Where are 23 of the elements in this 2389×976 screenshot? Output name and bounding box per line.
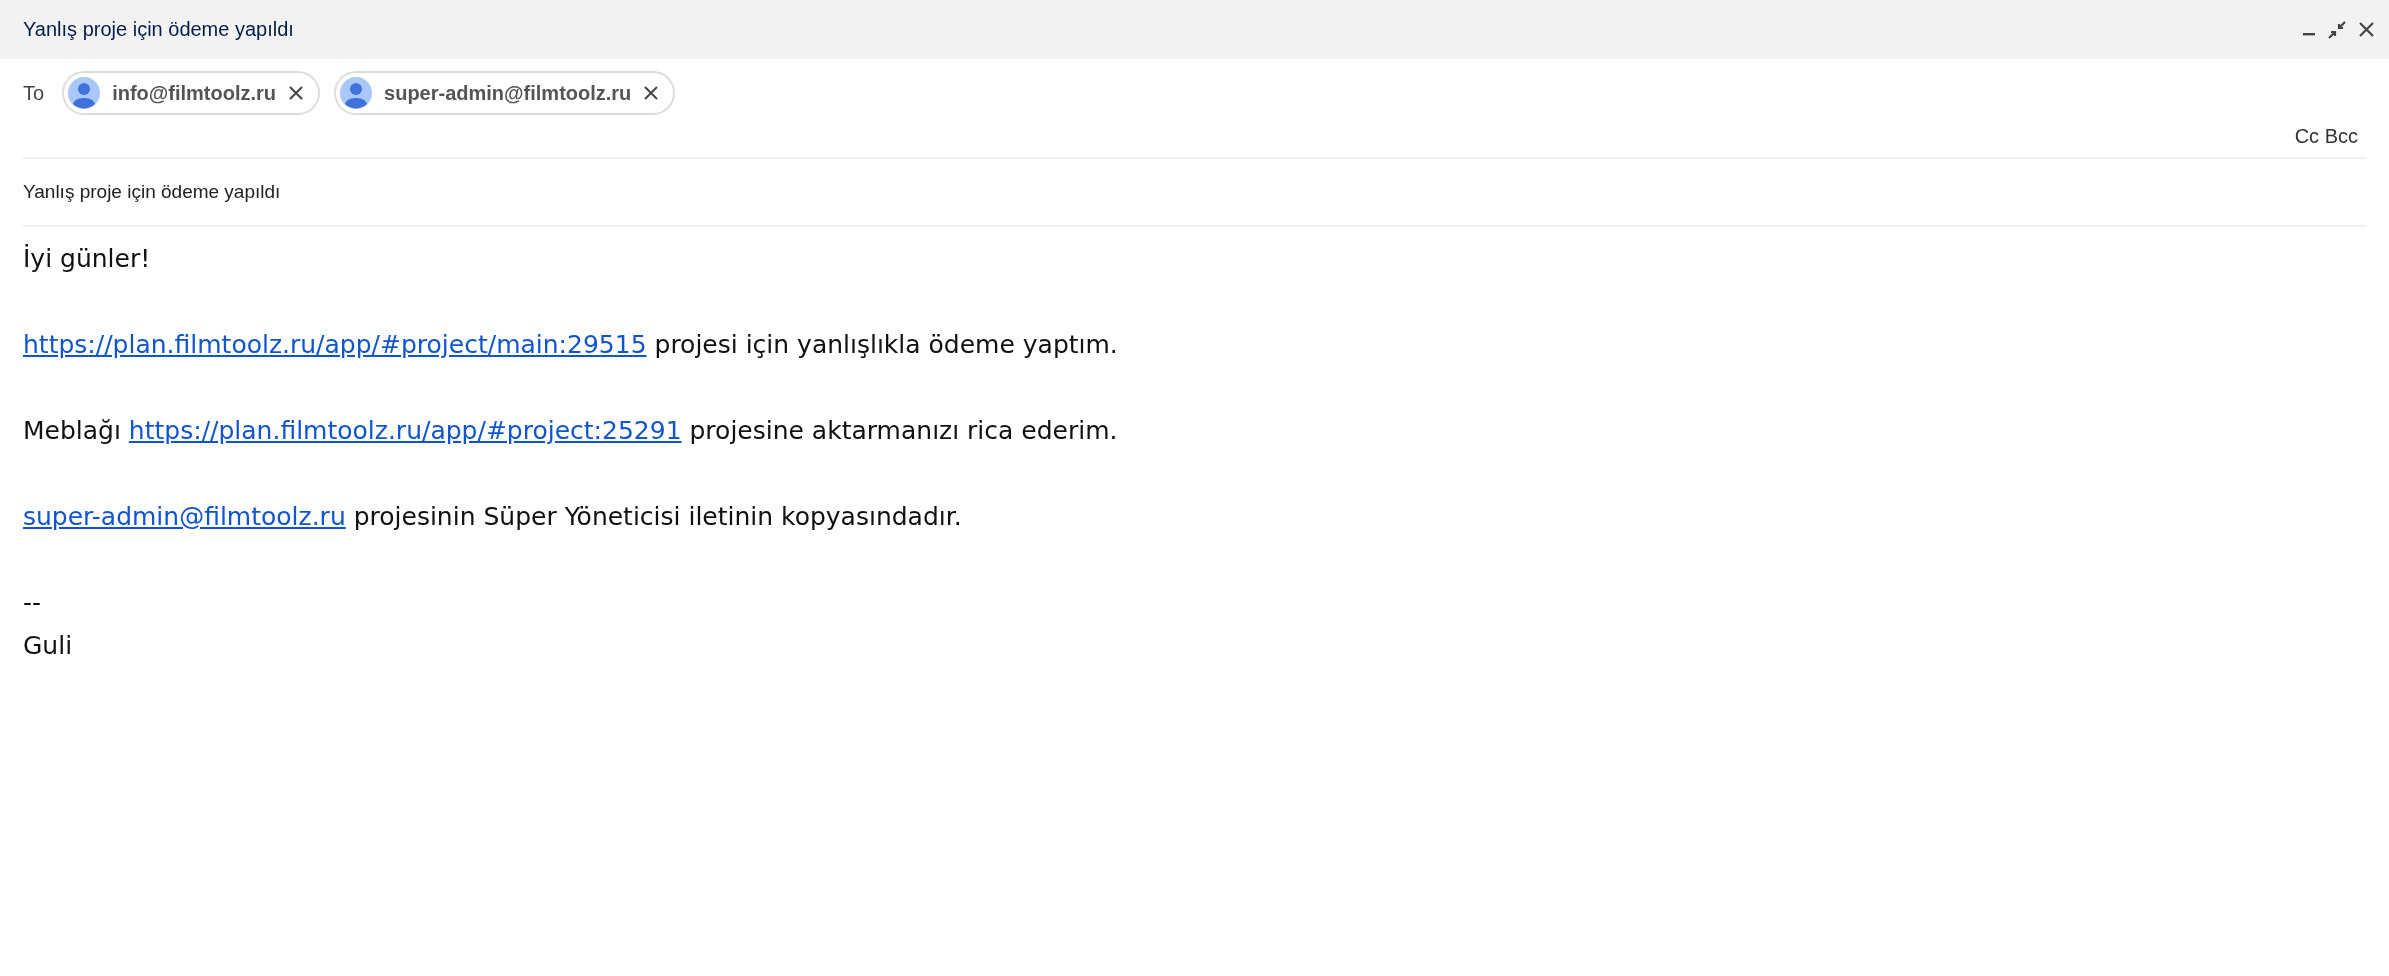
recipient-email: super-admin@filmtoolz.ru xyxy=(384,81,632,105)
to-label: To xyxy=(23,81,45,105)
recipient-chip[interactable]: info@filmtoolz.ru xyxy=(62,71,321,115)
signature-line: Guli xyxy=(23,630,74,662)
link[interactable]: https://plan.filmtoolz.ru/app/#project/main:29515 xyxy=(23,330,647,359)
body-paragraph: super-admin@filmtoolz.ru projesinin Süper Yöneticisi iletinin kopyasındadır. xyxy=(23,501,963,533)
body-paragraph: Meblağı https://plan.filmtoolz.ru/app/#project:25291 projesine aktarmanızı rica ederim. xyxy=(23,415,1119,447)
link[interactable]: https://plan.filmtoolz.ru/app/#project:25291 xyxy=(128,416,682,445)
avatar-icon xyxy=(68,77,101,109)
link[interactable]: super-admin@filmtoolz.ru xyxy=(23,502,346,531)
body-paragraph: https://plan.filmtoolz.ru/app/#project/main:29515 projesi için yanlışlıkla ödeme yaptım. xyxy=(23,329,1119,361)
close-icon[interactable] xyxy=(2358,21,2375,38)
avatar-icon xyxy=(340,77,373,109)
signature-line: -- xyxy=(23,587,43,619)
remove-icon[interactable] xyxy=(643,85,660,101)
subject-field[interactable]: Yanlış proje için ödeme yapıldı xyxy=(23,159,2366,227)
window-title: Yanlış proje için ödeme yapıldı xyxy=(23,18,294,41)
remove-icon[interactable] xyxy=(288,85,305,101)
body-paragraph: İyi günler! xyxy=(23,243,152,275)
recipient-chip[interactable]: super-admin@filmtoolz.ru xyxy=(334,71,676,115)
recipient-email: info@filmtoolz.ru xyxy=(112,81,277,105)
exit-fullscreen-icon[interactable] xyxy=(2328,20,2346,39)
cc-bcc-link[interactable]: Cc Bcc xyxy=(2294,125,2358,157)
